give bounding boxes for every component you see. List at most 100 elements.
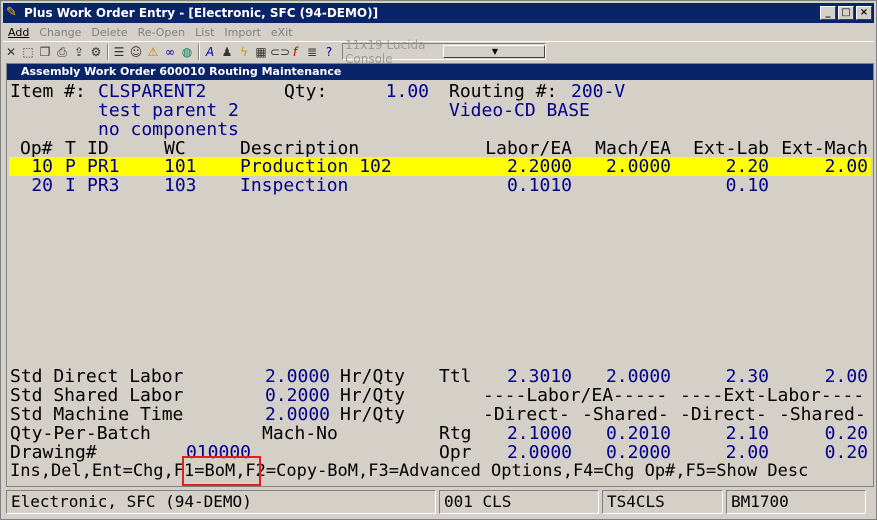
status-module: BM1700 [726, 490, 866, 514]
chevron-down-icon[interactable]: ▼ [443, 45, 545, 58]
menu-change-label: Change [39, 26, 82, 39]
std-direct-value[interactable]: 2.0000 [247, 367, 330, 386]
menu-change[interactable]: Change [34, 26, 86, 39]
std-machine-unit: Hr/Qty [340, 404, 406, 425]
toolbar: ✕ ⬚ ❐ ⎙ ⇪ ⚙ ☰ ☺ ⚠ ∞ ◍ A ♟ ϟ ▦ ⊂⊃ f ≣ ? 1… [3, 38, 874, 66]
close-button[interactable]: × [856, 6, 872, 20]
menu-import[interactable]: Import [219, 26, 266, 39]
export-icon[interactable]: ⇪ [71, 44, 87, 60]
menu-add[interactable]: Add [3, 26, 34, 39]
row-wc: 101 [164, 156, 197, 177]
qty-label: Qty: [284, 81, 328, 102]
row-op: 10 [31, 156, 53, 177]
opr-extdirect: 2.00 [725, 442, 769, 463]
menu-exit[interactable]: eXit [266, 26, 298, 39]
notes-icon[interactable]: ≣ [304, 44, 320, 60]
warning-icon[interactable]: ⚠ [145, 44, 161, 60]
item-label: Item #: [10, 81, 86, 102]
toolbar-separator [198, 43, 200, 60]
direct-header-2: -Direct- [680, 404, 767, 425]
menu-reopen-label: Re-Open [137, 26, 186, 39]
lightning-icon[interactable]: ϟ [236, 44, 252, 60]
routing-desc: Video-CD BASE [449, 100, 590, 121]
std-machine-label: Std Machine Time [10, 404, 184, 425]
row-extmach: 2.00 [824, 156, 868, 177]
menu-import-label: Import [224, 26, 261, 39]
select-icon[interactable]: ⬚ [20, 44, 36, 60]
drawing-label: Drawing# [10, 442, 97, 463]
row-wc: 103 [164, 175, 197, 196]
menu-delete-label: Delete [91, 26, 128, 39]
item-desc1: test parent 2 [98, 100, 239, 121]
link-icon[interactable]: ⊂⊃ [270, 44, 290, 60]
row-extlab: 2.20 [725, 156, 769, 177]
menu-delete[interactable]: Delete [86, 26, 132, 39]
rtg-shared: 0.2010 [605, 423, 671, 444]
font-selector-value: 11x19 Lucida Console [345, 37, 426, 66]
qty-value[interactable]: 1.00 [367, 82, 429, 101]
row-extlab: 0.10 [725, 175, 769, 196]
title-bar: ✎ Plus Work Order Entry - [Electronic, S… [3, 3, 874, 23]
row-labor: 2.2000 [506, 156, 572, 177]
shared-header-2: -Shared- [779, 404, 866, 425]
menu-list-label: List [195, 26, 215, 39]
std-direct-unit: Hr/Qty [340, 366, 406, 387]
row-labor: 0.1010 [506, 175, 572, 196]
function-icon[interactable]: f [287, 44, 303, 60]
qty-per-batch-label: Qty-Per-Batch [10, 423, 151, 444]
routing-value[interactable]: 200-V [571, 82, 625, 101]
print-icon[interactable]: ⎙ [54, 44, 70, 60]
std-machine-value[interactable]: 2.0000 [247, 405, 330, 424]
row-op: 20 [31, 175, 53, 196]
terminal-screen: Assembly Work Order 600010 Routing Maint… [6, 63, 874, 487]
rtg-direct: 2.1000 [506, 423, 572, 444]
menu-add-label: Add [8, 26, 30, 39]
screen-subtitle: Assembly Work Order 600010 Routing Maint… [7, 64, 873, 80]
std-shared-value[interactable]: 0.2000 [247, 386, 330, 405]
status-station: TS4CLS [602, 490, 723, 514]
ttl-labor: 2.3010 [506, 366, 572, 387]
status-bar: Electronic, SFC (94-DEMO) 001 CLS TS4CLS… [6, 490, 874, 516]
shared-header-1: -Shared- [582, 404, 669, 425]
function-keys-line: Ins,Del,Ent=Chg,F1=BoM,F2=Copy-BoM,F3=Ad… [10, 462, 808, 481]
opr-direct: 2.0000 [506, 442, 572, 463]
ttl-extlab: 2.30 [725, 366, 769, 387]
row-id: PR3 [87, 175, 120, 196]
help-icon[interactable]: ? [321, 44, 337, 60]
opr-extshared: 0.20 [824, 442, 868, 463]
maximize-button[interactable]: □ [838, 6, 854, 20]
item-desc2: no components [98, 119, 239, 140]
window-title: Plus Work Order Entry - [Electronic, SFC… [24, 6, 379, 20]
direct-header-1: -Direct- [483, 404, 570, 425]
users-icon[interactable]: ☺ [128, 44, 144, 60]
menu-list[interactable]: List [190, 26, 219, 39]
std-direct-label: Std Direct Labor [10, 366, 184, 387]
globe-icon[interactable]: ◍ [179, 44, 195, 60]
main-window: ✎ Plus Work Order Entry - [Electronic, S… [0, 0, 877, 520]
row-id: PR1 [87, 156, 120, 177]
std-shared-unit: Hr/Qty [340, 385, 406, 406]
person-icon[interactable]: ♟ [219, 44, 235, 60]
font-selector[interactable]: 11x19 Lucida Console ▼ [342, 38, 546, 66]
menu-reopen[interactable]: Re-Open [133, 26, 191, 39]
settings-icon[interactable]: ⚙ [88, 44, 104, 60]
ext-labor-header: ----Ext-Labor---- [680, 385, 865, 406]
item-value[interactable]: CLSPARENT2 [98, 82, 206, 101]
copy-icon[interactable]: ❐ [37, 44, 53, 60]
rtg-extshared: 0.20 [824, 423, 868, 444]
row-desc: Inspection [240, 175, 349, 196]
labor-ea-header: ----Labor/EA----- [483, 385, 668, 406]
mach-no-label: Mach-No [262, 423, 338, 444]
keys-part1: Ins,Del,Ent=Chg, [10, 461, 174, 481]
toolbar-separator [107, 43, 109, 60]
minimize-button[interactable]: _ [820, 6, 836, 20]
calc-icon[interactable]: ▦ [253, 44, 269, 60]
status-company: Electronic, SFC (94-DEMO) [6, 490, 436, 514]
row-t: I [65, 175, 76, 196]
binoculars-icon[interactable]: ∞ [162, 44, 178, 60]
close-icon[interactable]: ✕ [3, 44, 19, 60]
ttl-extmach: 2.00 [824, 366, 868, 387]
text-icon[interactable]: A [202, 44, 218, 60]
list-icon[interactable]: ☰ [111, 44, 127, 60]
row-desc: Production 102 [240, 156, 392, 177]
